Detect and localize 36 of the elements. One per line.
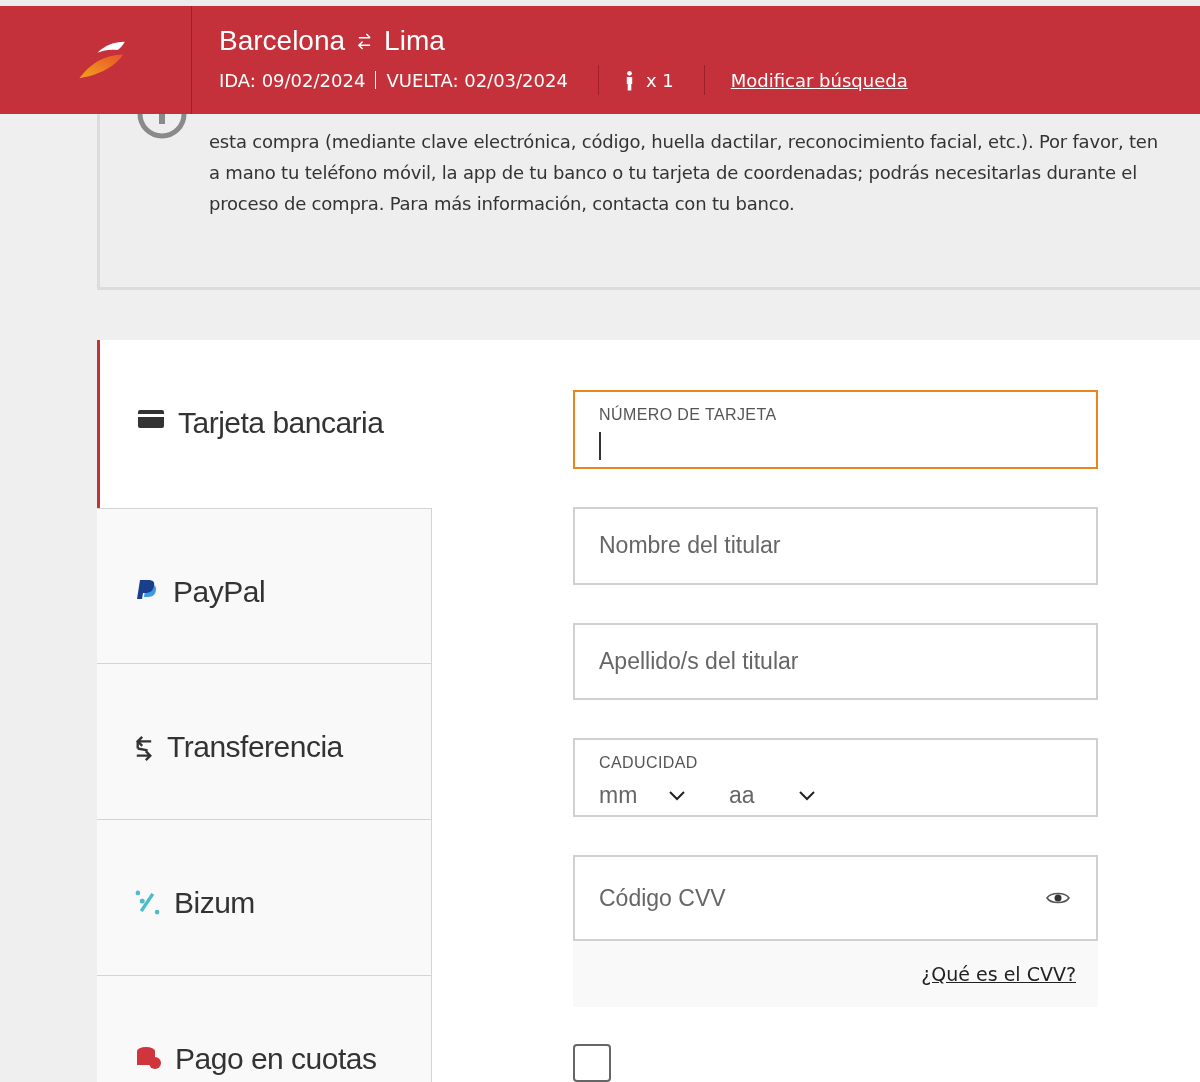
outbound-date: IDA: 09/02/2024 bbox=[219, 69, 366, 91]
payment-method-tab[interactable]: Bizum bbox=[97, 820, 432, 976]
text-caret bbox=[599, 432, 601, 460]
payment-method-label: Transferencia bbox=[167, 730, 343, 764]
payment-method-tab[interactable]: Transferencia bbox=[97, 664, 432, 820]
bizum-icon bbox=[135, 890, 160, 915]
expiry-label: CADUCIDAD bbox=[599, 754, 698, 773]
card-number-field[interactable]: NÚMERO DE TARJETA bbox=[573, 390, 1098, 469]
person-icon bbox=[624, 69, 634, 91]
payment-method-tab[interactable]: PayPal bbox=[97, 508, 432, 664]
payment-method-label: Pago en cuotas bbox=[175, 1042, 377, 1076]
chevron-down-icon bbox=[669, 790, 685, 801]
holder-surname-field[interactable]: Apellido/s del titular bbox=[573, 622, 1098, 701]
card-number-label: NÚMERO DE TARJETA bbox=[599, 406, 777, 424]
payment-method-label: Tarjeta bancaria bbox=[178, 406, 384, 440]
info-icon bbox=[137, 114, 187, 140]
eye-icon[interactable] bbox=[1046, 891, 1070, 905]
month-select[interactable]: mm bbox=[599, 782, 685, 810]
payment-method-tab[interactable]: Pago en cuotas bbox=[97, 976, 432, 1082]
modify-search-link[interactable]: Modificar búsqueda bbox=[730, 69, 908, 91]
transfer-arrows-icon bbox=[135, 734, 153, 763]
swap-arrows-icon bbox=[357, 32, 373, 50]
payment-method-label: Bizum bbox=[174, 886, 255, 920]
cvv-help-link[interactable]: ¿Qué es el CVV? bbox=[921, 963, 1076, 985]
payment-method-label: PayPal bbox=[173, 575, 266, 609]
cvv-field[interactable]: Código CVV bbox=[573, 855, 1098, 941]
chevron-down-icon bbox=[799, 790, 815, 801]
card-icon bbox=[138, 410, 164, 428]
holder-name-field[interactable]: Nombre del titular bbox=[573, 506, 1098, 585]
year-select[interactable]: aa bbox=[729, 782, 815, 810]
return-date: VUELTA: 02/03/2024 bbox=[386, 69, 568, 91]
checkbox[interactable] bbox=[573, 1044, 611, 1082]
origin-city: Barcelona bbox=[219, 25, 346, 57]
passenger-count: x 1 bbox=[645, 69, 674, 91]
destination-city: Lima bbox=[384, 25, 445, 57]
notice-text: esta compra (mediante clave electrónica, código, huella dactilar, reconocimiento facial, etc.). Por favor, ten a mano tu teléfono móvil, la app de tu banco o tu tarjeta de coordenadas; podrás necesitarlas durante el proceso de compra. Para más información, contacta con tu banco. bbox=[209, 130, 1159, 216]
